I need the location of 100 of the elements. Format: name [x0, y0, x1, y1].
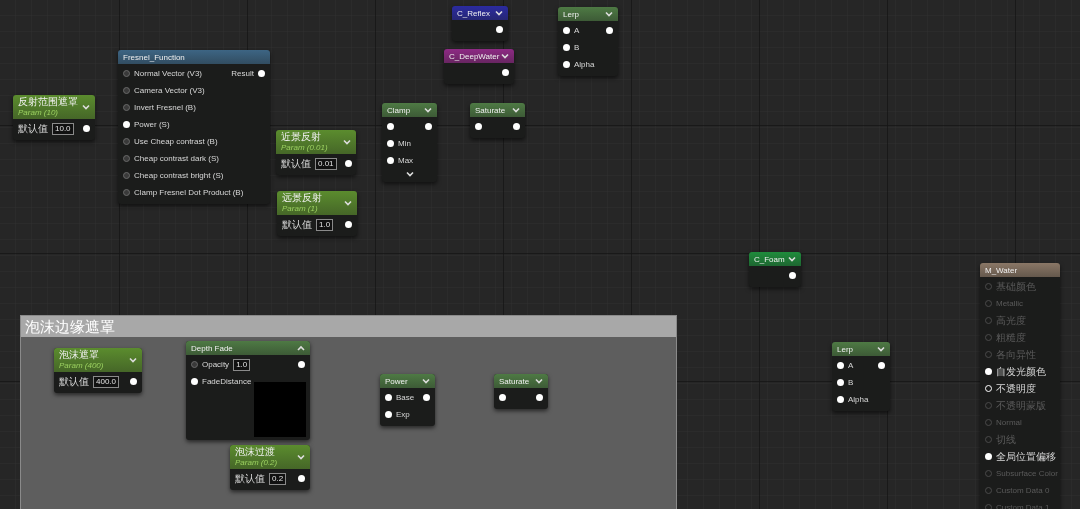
node-card[interactable]: 泡沫遮罩 Param (400) 默认值 400.0	[54, 348, 142, 393]
pin-icon[interactable]	[563, 27, 570, 34]
pin-label: Clamp Fresnel Dot Product (B)	[134, 186, 244, 199]
node-header[interactable]: Lerp	[558, 7, 618, 21]
pin-label: FadeDistance	[202, 375, 252, 388]
pin-icon[interactable]	[502, 69, 509, 76]
node-title: C_DeepWater	[449, 50, 500, 62]
node-card[interactable]: 泡沫过渡 Param (0.2) 默认值 0.2	[230, 445, 310, 490]
node-subtitle: Param (10)	[18, 107, 59, 118]
pin-icon[interactable]	[837, 396, 844, 403]
node-card[interactable]: 近景反射 Param (0.01) 默认值 0.01	[276, 130, 356, 175]
pin-icon[interactable]	[789, 272, 796, 279]
pin-icon[interactable]	[606, 27, 613, 34]
value-field[interactable]: 400.0	[93, 375, 120, 388]
node-header[interactable]: C_Foam	[749, 252, 801, 266]
node-subtitle: Param (400)	[59, 360, 104, 371]
value-field[interactable]: 1.0	[233, 358, 251, 371]
pin-icon[interactable]	[258, 70, 265, 77]
pin-icon[interactable]	[985, 368, 992, 375]
node-header[interactable]: Lerp	[832, 342, 890, 356]
node-title: 泡沫过渡	[235, 446, 276, 457]
value-field[interactable]: 0.01	[315, 157, 337, 170]
chevron-up-icon[interactable]	[297, 345, 305, 351]
node-header[interactable]: Saturate	[494, 374, 548, 388]
node-header[interactable]: Fresnel_Function	[118, 50, 270, 64]
node-header[interactable]: 近景反射 Param (0.01)	[276, 130, 356, 154]
pin-icon[interactable]	[83, 125, 90, 132]
pin-icon[interactable]	[425, 123, 432, 130]
pin-label: Use Cheap contrast (B)	[134, 135, 218, 148]
node-title: M_Water	[985, 264, 1018, 276]
chevron-down-icon[interactable]	[501, 53, 509, 59]
pin-icon[interactable]	[130, 378, 137, 385]
pin-icon[interactable]	[298, 475, 305, 482]
node-subtitle: Param (1)	[282, 203, 319, 214]
node-card[interactable]: C_Reflex	[452, 6, 508, 41]
node-title: Clamp	[387, 104, 411, 116]
node-card[interactable]: 远景反射 Param (1) 默认值 1.0	[277, 191, 357, 236]
pin-icon[interactable]	[385, 411, 392, 418]
node-header[interactable]: M_Water	[980, 263, 1060, 277]
node-card[interactable]: C_DeepWater	[444, 49, 514, 84]
pin-icon[interactable]	[385, 394, 392, 401]
pin-icon[interactable]	[563, 44, 570, 51]
node-header[interactable]: 泡沫遮罩 Param (400)	[54, 348, 142, 372]
node-header[interactable]: Saturate	[470, 103, 525, 117]
pin-label: Invert Fresnel (B)	[134, 101, 196, 114]
pin-label: Normal	[996, 416, 1022, 429]
pin-label: 自发光颜色	[996, 365, 1046, 379]
pin-icon[interactable]	[123, 121, 130, 128]
pin-label: 不透明度	[996, 382, 1036, 396]
node-card[interactable]: Lerp A B Alpha	[558, 7, 618, 76]
node-card[interactable]: Fresnel_Function Normal Vector (V3) Result Camera Vector (V3) Invert Fresnel (B) Power (S) Use Cheap contrast (B) Cheap contrast dark (S) Cheap contrast bright (S) Clamp Fresnel Dot Product (B)	[118, 50, 270, 204]
node-card[interactable]: Power Base Exp	[380, 374, 435, 426]
pin-label: Camera Vector (V3)	[134, 84, 205, 97]
node-header[interactable]: Depth Fade	[186, 341, 310, 355]
pin-icon[interactable]	[499, 394, 506, 401]
node-card[interactable]: Saturate	[494, 374, 548, 409]
field-label: 默认值	[281, 157, 311, 171]
pin-icon[interactable]	[387, 123, 394, 130]
node-card[interactable]: Clamp Min Max	[382, 103, 437, 182]
pin-icon[interactable]	[563, 61, 570, 68]
node-header[interactable]: 泡沫过渡 Param (0.2)	[230, 445, 310, 469]
pin-icon[interactable]	[298, 361, 305, 368]
node-title: Lerp	[563, 8, 579, 20]
pin-icon[interactable]	[496, 26, 503, 33]
node-header[interactable]: C_DeepWater	[444, 49, 514, 63]
node-card[interactable]: Lerp A B Alpha	[832, 342, 890, 411]
pin-icon[interactable]	[837, 362, 844, 369]
pin-label: Metallic	[996, 297, 1024, 310]
node-header[interactable]: Clamp	[382, 103, 437, 117]
pin-icon[interactable]	[878, 362, 885, 369]
pin-icon[interactable]	[536, 394, 543, 401]
node-card[interactable]: Depth Fade Opacity 1.0 FadeDistance	[186, 341, 310, 440]
pin-icon[interactable]	[837, 379, 844, 386]
pin-icon[interactable]	[345, 221, 352, 228]
value-field[interactable]: 1.0	[316, 218, 334, 231]
node-header[interactable]: Power	[380, 374, 435, 388]
pin-icon[interactable]	[191, 378, 198, 385]
node-header[interactable]: C_Reflex	[452, 6, 508, 20]
node-title: 远景反射	[282, 192, 322, 203]
node-title: Depth Fade	[191, 342, 233, 354]
pin-icon[interactable]	[387, 157, 394, 164]
pin-icon[interactable]	[387, 140, 394, 147]
value-field[interactable]: 0.2	[269, 472, 287, 485]
node-header[interactable]: 远景反射 Param (1)	[277, 191, 357, 215]
node-card[interactable]: 反射范围遮罩 Param (10) 默认值 10.0	[13, 95, 95, 140]
pin-icon[interactable]	[344, 160, 352, 167]
pin-icon[interactable]	[513, 123, 520, 130]
field-label: 默认值	[282, 218, 312, 232]
chevron-down-icon[interactable]	[495, 10, 503, 16]
node-card[interactable]: C_Foam	[749, 252, 801, 287]
node-card[interactable]: Saturate	[470, 103, 525, 138]
value-field[interactable]: 10.0	[52, 122, 74, 135]
field-label: 默认值	[18, 122, 48, 136]
pin-icon[interactable]	[985, 453, 992, 460]
pin-label: Max	[398, 154, 414, 167]
chevron-down-icon[interactable]	[405, 171, 414, 177]
node-title: Saturate	[499, 375, 530, 387]
node-header[interactable]: 反射范围遮罩 Param (10)	[13, 95, 95, 119]
pin-icon[interactable]	[475, 123, 482, 130]
pin-icon[interactable]	[423, 394, 430, 401]
